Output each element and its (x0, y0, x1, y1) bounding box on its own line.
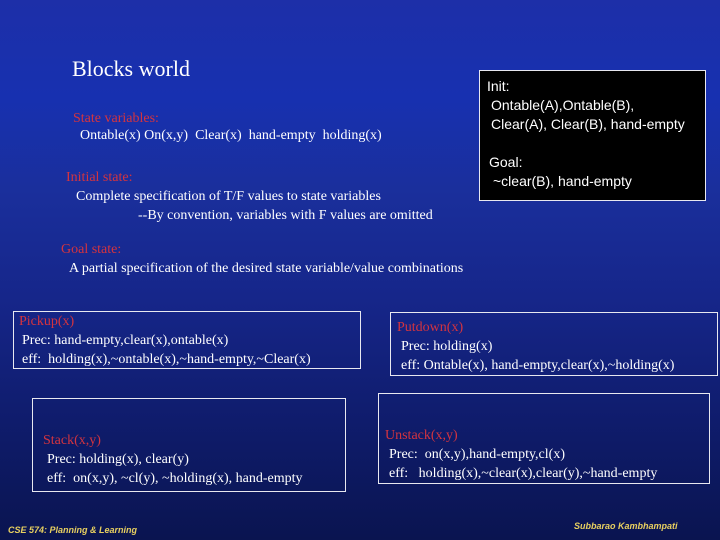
putdown-eff: eff: Ontable(x), hand-empty,clear(x),~ho… (401, 358, 675, 373)
footer-author: Subbarao Kambhampati (574, 521, 678, 531)
unstack-action-box: Unstack(x,y) Prec: on(x,y),hand-empty,cl… (378, 393, 710, 484)
goal-state-heading: Goal state: (61, 242, 122, 257)
goal-line1: ~clear(B), hand-empty (493, 173, 632, 189)
pickup-prec: Prec: hand-empty,clear(x),ontable(x) (22, 333, 229, 348)
pickup-name: Pickup(x) (19, 314, 75, 329)
init-label: Init: (487, 78, 510, 94)
state-variables-body: Ontable(x) On(x,y) Clear(x) hand-empty h… (80, 128, 382, 143)
initial-state-heading: Initial state: (66, 170, 133, 185)
goal-state-body: A partial specification of the desired s… (69, 261, 464, 276)
init-goal-box: Init: Ontable(A),Ontable(B), Clear(A), C… (479, 70, 706, 201)
pickup-eff: eff: holding(x),~ontable(x),~hand-empty,… (22, 352, 311, 367)
stack-name: Stack(x,y) (43, 433, 101, 448)
initial-state-line2: --By convention, variables with F values… (138, 208, 433, 223)
init-line1: Ontable(A),Ontable(B), (491, 97, 635, 113)
putdown-prec: Prec: holding(x) (401, 339, 493, 354)
stack-eff: eff: on(x,y), ~cl(y), ~holding(x), hand-… (47, 471, 303, 486)
goal-label: Goal: (489, 154, 523, 170)
unstack-prec: Prec: on(x,y),hand-empty,cl(x) (389, 447, 565, 462)
initial-state-line1: Complete specification of T/F values to … (76, 189, 381, 204)
unstack-name: Unstack(x,y) (385, 428, 458, 443)
unstack-eff: eff: holding(x),~clear(x),clear(y),~hand… (389, 466, 658, 481)
putdown-name: Putdown(x) (397, 320, 464, 335)
footer-course: CSE 574: Planning & Learning (8, 525, 138, 535)
init-goal-gap (487, 134, 705, 153)
pickup-action-box: Pickup(x) Prec: hand-empty,clear(x),onta… (13, 311, 361, 369)
stack-prec: Prec: holding(x), clear(y) (47, 452, 189, 467)
slide-title: Blocks world (72, 56, 190, 81)
init-line2: Clear(A), Clear(B), hand-empty (491, 116, 685, 132)
putdown-action-box: Putdown(x) Prec: holding(x) eff: Ontable… (390, 312, 718, 376)
stack-action-box: Stack(x,y) Prec: holding(x), clear(y) ef… (32, 398, 346, 492)
